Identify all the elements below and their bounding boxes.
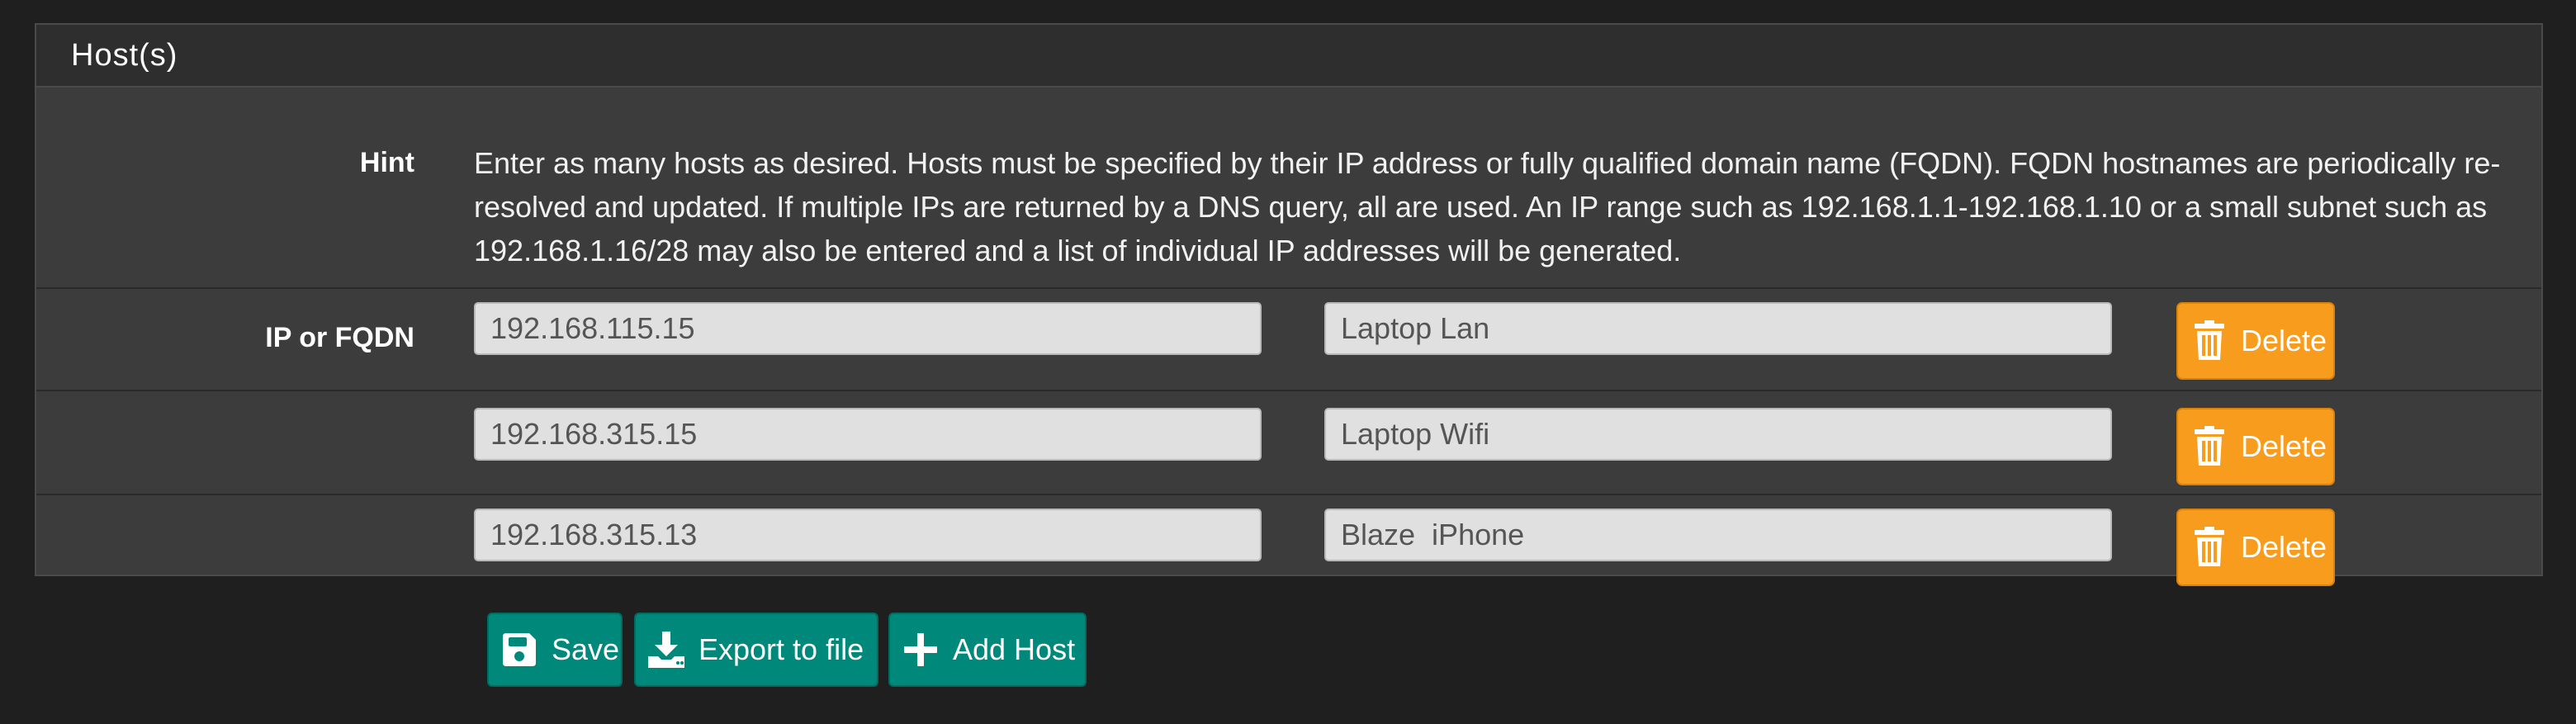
hint-label: Hint xyxy=(359,147,414,178)
host-ip-input[interactable]: 192.168.315.13 xyxy=(474,509,1262,561)
download-icon xyxy=(646,629,687,670)
panel-title: Host(s) xyxy=(71,37,178,73)
host-ip-input[interactable]: 192.168.115.15 xyxy=(474,302,1262,355)
ip-or-fqdn-label: IP or FQDN xyxy=(265,322,414,353)
plus-icon xyxy=(900,629,941,670)
host-row: IP or FQDN 192.168.115.15 Laptop Lan Del… xyxy=(36,289,2541,391)
delete-label: Delete xyxy=(2241,429,2327,463)
host-ip-input[interactable]: 192.168.315.15 xyxy=(474,408,1262,461)
delete-label: Delete xyxy=(2241,530,2327,564)
trash-icon xyxy=(2191,319,2228,363)
delete-button[interactable]: Delete xyxy=(2176,302,2335,380)
export-label: Export to file xyxy=(698,632,864,666)
delete-label: Delete xyxy=(2241,324,2327,357)
floppy-disk-icon xyxy=(499,629,540,670)
hint-text: Enter as many hosts as desired. Hosts mu… xyxy=(474,146,2501,267)
trash-icon xyxy=(2191,424,2228,469)
export-to-file-button[interactable]: Export to file xyxy=(634,613,878,687)
add-host-button[interactable]: Add Host xyxy=(888,613,1087,687)
delete-button[interactable]: Delete xyxy=(2176,509,2335,586)
host-row: 192.168.315.13 Blaze iPhone Delete xyxy=(36,495,2541,586)
host-description-input[interactable]: Laptop Wifi xyxy=(1324,408,2112,461)
host-description-input[interactable]: Blaze iPhone xyxy=(1324,509,2112,561)
host-description-input[interactable]: Laptop Lan xyxy=(1324,302,2112,355)
save-button[interactable]: Save xyxy=(487,613,623,687)
panel-heading: Host(s) xyxy=(36,25,2541,88)
hint-row: Hint Enter as many hosts as desired. Hos… xyxy=(36,88,2541,289)
host-row: 192.168.315.15 Laptop Wifi Delete xyxy=(36,391,2541,495)
trash-icon xyxy=(2191,525,2228,570)
hosts-panel: Host(s) Hint Enter as many hosts as desi… xyxy=(35,23,2543,586)
delete-button[interactable]: Delete xyxy=(2176,408,2335,485)
save-label: Save xyxy=(552,632,620,666)
add-host-label: Add Host xyxy=(953,632,1076,666)
